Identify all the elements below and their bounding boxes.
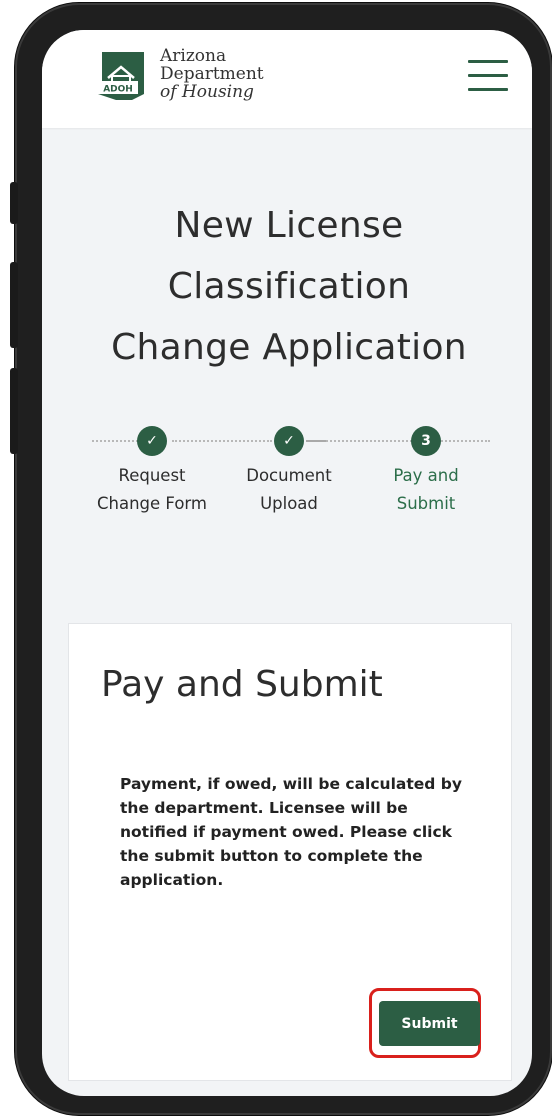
logo-badge-text: ADOH [103,85,133,95]
page-title-line-2: Classification [167,266,411,307]
stepper-connector [306,440,326,442]
logo-line-1: Arizona [160,46,227,66]
logo-wordmark: Arizona Department of Housing [160,47,264,101]
card-title: Pay and Submit [101,664,383,705]
stepper-connector [172,440,272,442]
step-3-current-marker: 3 [411,426,441,456]
step-2-complete-icon: ✓ [274,426,304,456]
phone-side-button [10,262,18,348]
phone-side-button [10,368,18,454]
stepper-connector [434,440,490,442]
page-title-line-1: New License [174,205,404,246]
site-header: ADOH Arizona Department of Housing [42,30,532,128]
logo-line-3: of Housing [160,82,254,102]
submit-button[interactable]: Submit [379,1001,480,1046]
page-title-line-3: Change Application [111,327,467,368]
step-2-label: Document Upload [246,466,332,513]
step-1-label: Request Change Form [97,466,207,513]
logo-line-2: Department [160,64,264,84]
phone-side-button [10,182,18,224]
payment-info-text: Payment, if owed, will be calculated by … [120,775,462,889]
step-3-label: Pay and Submit [393,466,459,513]
page-title: New License Classification Change Applic… [42,195,532,378]
hamburger-menu-icon[interactable] [468,60,508,92]
adoh-logo[interactable]: ADOH [92,48,154,104]
phone-screen: ADOH Arizona Department of Housing New L… [42,30,532,1096]
stepper-connector [326,440,412,442]
step-1-complete-icon: ✓ [137,426,167,456]
